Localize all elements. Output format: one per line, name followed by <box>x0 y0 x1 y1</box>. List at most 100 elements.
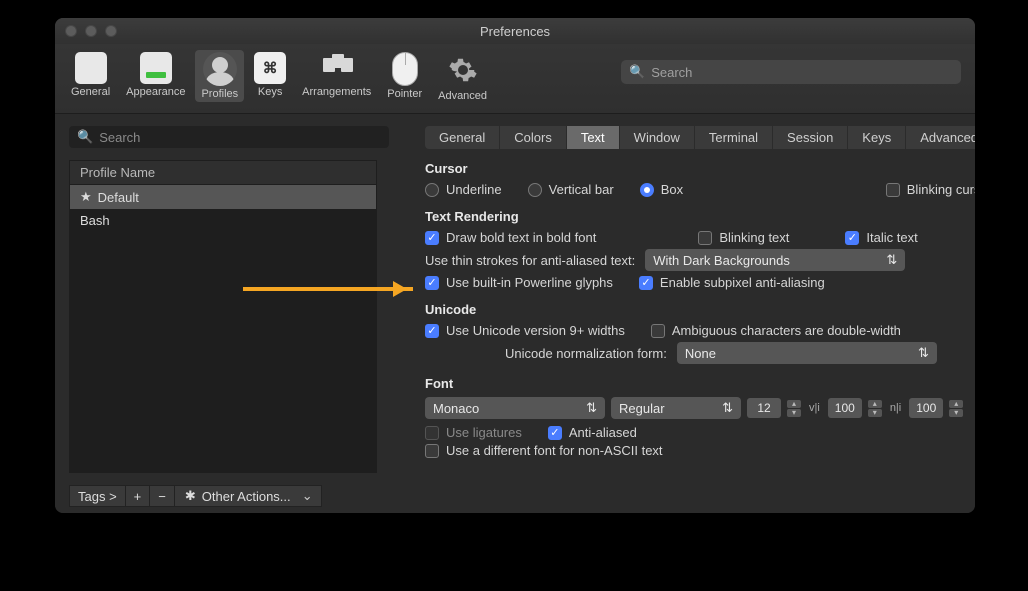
blinking-text-checkbox[interactable]: Blinking text <box>698 230 789 245</box>
profile-footer: Tags > + − ✱ Other Actions... <box>69 485 322 507</box>
toolbar-label: Arrangements <box>302 86 371 98</box>
normalization-label: Unicode normalization form: <box>505 346 667 361</box>
toolbar-item-arrangements[interactable]: Arrangements <box>296 50 377 100</box>
tags-button[interactable]: Tags > <box>69 485 126 507</box>
subpixel-aa-checkbox[interactable]: Enable subpixel anti-aliasing <box>639 275 825 290</box>
radio-label: Box <box>661 182 683 197</box>
unicode-v9-checkbox[interactable]: Use Unicode version 9+ widths <box>425 323 625 338</box>
nli-label: n|i <box>890 402 901 414</box>
chevron-updown-icon: ⇅ <box>586 400 597 416</box>
ambiguous-width-checkbox[interactable]: Ambiguous characters are double-width <box>651 323 901 338</box>
remove-profile-button[interactable]: − <box>150 485 175 507</box>
checkbox-label: Blinking cursor <box>907 182 975 197</box>
thin-strokes-select[interactable]: With Dark Backgrounds ⇅ <box>645 249 905 271</box>
checkbox-label: Anti-aliased <box>569 425 637 440</box>
toolbar-label: General <box>71 86 110 98</box>
search-placeholder: Search <box>651 65 692 80</box>
general-icon <box>75 52 107 84</box>
arrangements-icon <box>321 52 353 84</box>
gear-icon: ✱ <box>185 488 196 504</box>
profile-list[interactable]: ★ Default Bash <box>69 185 377 473</box>
font-family-select[interactable]: Monaco⇅ <box>425 397 605 419</box>
thin-strokes-label: Use thin strokes for anti-aliased text: <box>425 253 635 268</box>
toolbar-label: Advanced <box>438 90 487 102</box>
toolbar-label: Keys <box>258 86 282 98</box>
tab-colors[interactable]: Colors <box>500 126 567 149</box>
rendering-heading: Text Rendering <box>425 209 975 224</box>
radio-label: Underline <box>446 182 502 197</box>
antialiased-checkbox[interactable]: Anti-aliased <box>548 425 637 440</box>
cursor-vertical-radio[interactable]: Vertical bar <box>528 182 614 197</box>
font-style-select[interactable]: Regular⇅ <box>611 397 741 419</box>
radio-label: Vertical bar <box>549 182 614 197</box>
chevron-updown-icon: ⇅ <box>918 345 929 361</box>
vertical-spacing-stepper[interactable]: ▴▾ <box>868 400 882 417</box>
blinking-cursor-checkbox[interactable]: Blinking cursor <box>886 182 975 197</box>
checkbox-label: Blinking text <box>719 230 789 245</box>
non-ascii-font-checkbox[interactable]: Use a different font for non-ASCII text <box>425 443 663 458</box>
cursor-underline-radio[interactable]: Underline <box>425 182 502 197</box>
horizontal-spacing-field[interactable]: 100 <box>909 398 943 418</box>
unicode-heading: Unicode <box>425 302 975 317</box>
toolbar-label: Pointer <box>387 88 422 100</box>
titlebar: Preferences <box>55 18 975 44</box>
cursor-heading: Cursor <box>425 161 975 176</box>
checkbox-label: Use a different font for non-ASCII text <box>446 443 663 458</box>
tab-window[interactable]: Window <box>620 126 695 149</box>
horizontal-spacing-stepper[interactable]: ▴▾ <box>949 400 963 417</box>
toolbar-item-advanced[interactable]: Advanced <box>432 50 493 104</box>
checkbox-label: Use built-in Powerline glyphs <box>446 275 613 290</box>
profile-name: Default <box>98 190 139 205</box>
normalization-select[interactable]: None ⇅ <box>677 342 937 364</box>
checkbox-label: Italic text <box>866 230 917 245</box>
profiles-icon <box>203 52 237 86</box>
toolbar-item-profiles[interactable]: Profiles <box>195 50 244 102</box>
ligatures-checkbox[interactable]: Use ligatures <box>425 425 522 440</box>
checkbox-label: Use ligatures <box>446 425 522 440</box>
add-profile-button[interactable]: + <box>126 485 151 507</box>
toolbar-search[interactable]: 🔍 Search <box>621 60 961 84</box>
select-value: With Dark Backgrounds <box>653 253 790 268</box>
vli-label: v|i <box>809 402 820 414</box>
keys-icon: ⌘ <box>254 52 286 84</box>
profile-search[interactable]: 🔍 Search <box>69 126 389 148</box>
profile-row[interactable]: Bash <box>70 209 376 232</box>
powerline-glyphs-checkbox[interactable]: Use built-in Powerline glyphs <box>425 275 613 290</box>
italic-text-checkbox[interactable]: Italic text <box>845 230 917 245</box>
star-icon: ★ <box>80 189 92 205</box>
window-title: Preferences <box>55 24 975 39</box>
other-actions-label: Other Actions... <box>202 489 291 504</box>
toolbar-item-general[interactable]: General <box>65 50 116 100</box>
toolbar-item-appearance[interactable]: Appearance <box>120 50 191 100</box>
chevron-updown-icon: ⇅ <box>886 252 897 268</box>
toolbar-label: Appearance <box>126 86 185 98</box>
cursor-box-radio[interactable]: Box <box>640 182 683 197</box>
tab-advanced[interactable]: Advanced <box>906 126 975 149</box>
font-size-stepper[interactable]: ▴▾ <box>787 400 801 417</box>
other-actions-button[interactable]: ✱ Other Actions... <box>175 485 322 507</box>
gear-icon <box>445 52 481 88</box>
profile-tabs: General Colors Text Window Terminal Sess… <box>425 126 975 149</box>
profile-row[interactable]: ★ Default <box>70 185 376 209</box>
toolbar-item-pointer[interactable]: Pointer <box>381 50 428 102</box>
tab-terminal[interactable]: Terminal <box>695 126 773 149</box>
toolbar: General Appearance Profiles ⌘ Keys Arran… <box>55 44 975 114</box>
checkbox-label: Draw bold text in bold font <box>446 230 596 245</box>
font-heading: Font <box>425 376 975 391</box>
search-icon: 🔍 <box>77 129 93 145</box>
tab-text[interactable]: Text <box>567 126 620 149</box>
tab-session[interactable]: Session <box>773 126 848 149</box>
tab-keys[interactable]: Keys <box>848 126 906 149</box>
checkbox-label: Ambiguous characters are double-width <box>672 323 901 338</box>
preferences-window: Preferences General Appearance Profiles … <box>55 18 975 513</box>
search-icon: 🔍 <box>629 64 645 80</box>
font-size-field[interactable]: 12 <box>747 398 781 418</box>
tab-general[interactable]: General <box>425 126 500 149</box>
annotation-arrow <box>243 287 413 291</box>
toolbar-item-keys[interactable]: ⌘ Keys <box>248 50 292 100</box>
appearance-icon <box>140 52 172 84</box>
profiles-sidebar: 🔍 Search Profile Name ★ Default Bash Tag… <box>55 114 389 513</box>
vertical-spacing-field[interactable]: 100 <box>828 398 862 418</box>
bold-font-checkbox[interactable]: Draw bold text in bold font <box>425 230 596 245</box>
profile-panel: General Colors Text Window Terminal Sess… <box>389 114 975 513</box>
